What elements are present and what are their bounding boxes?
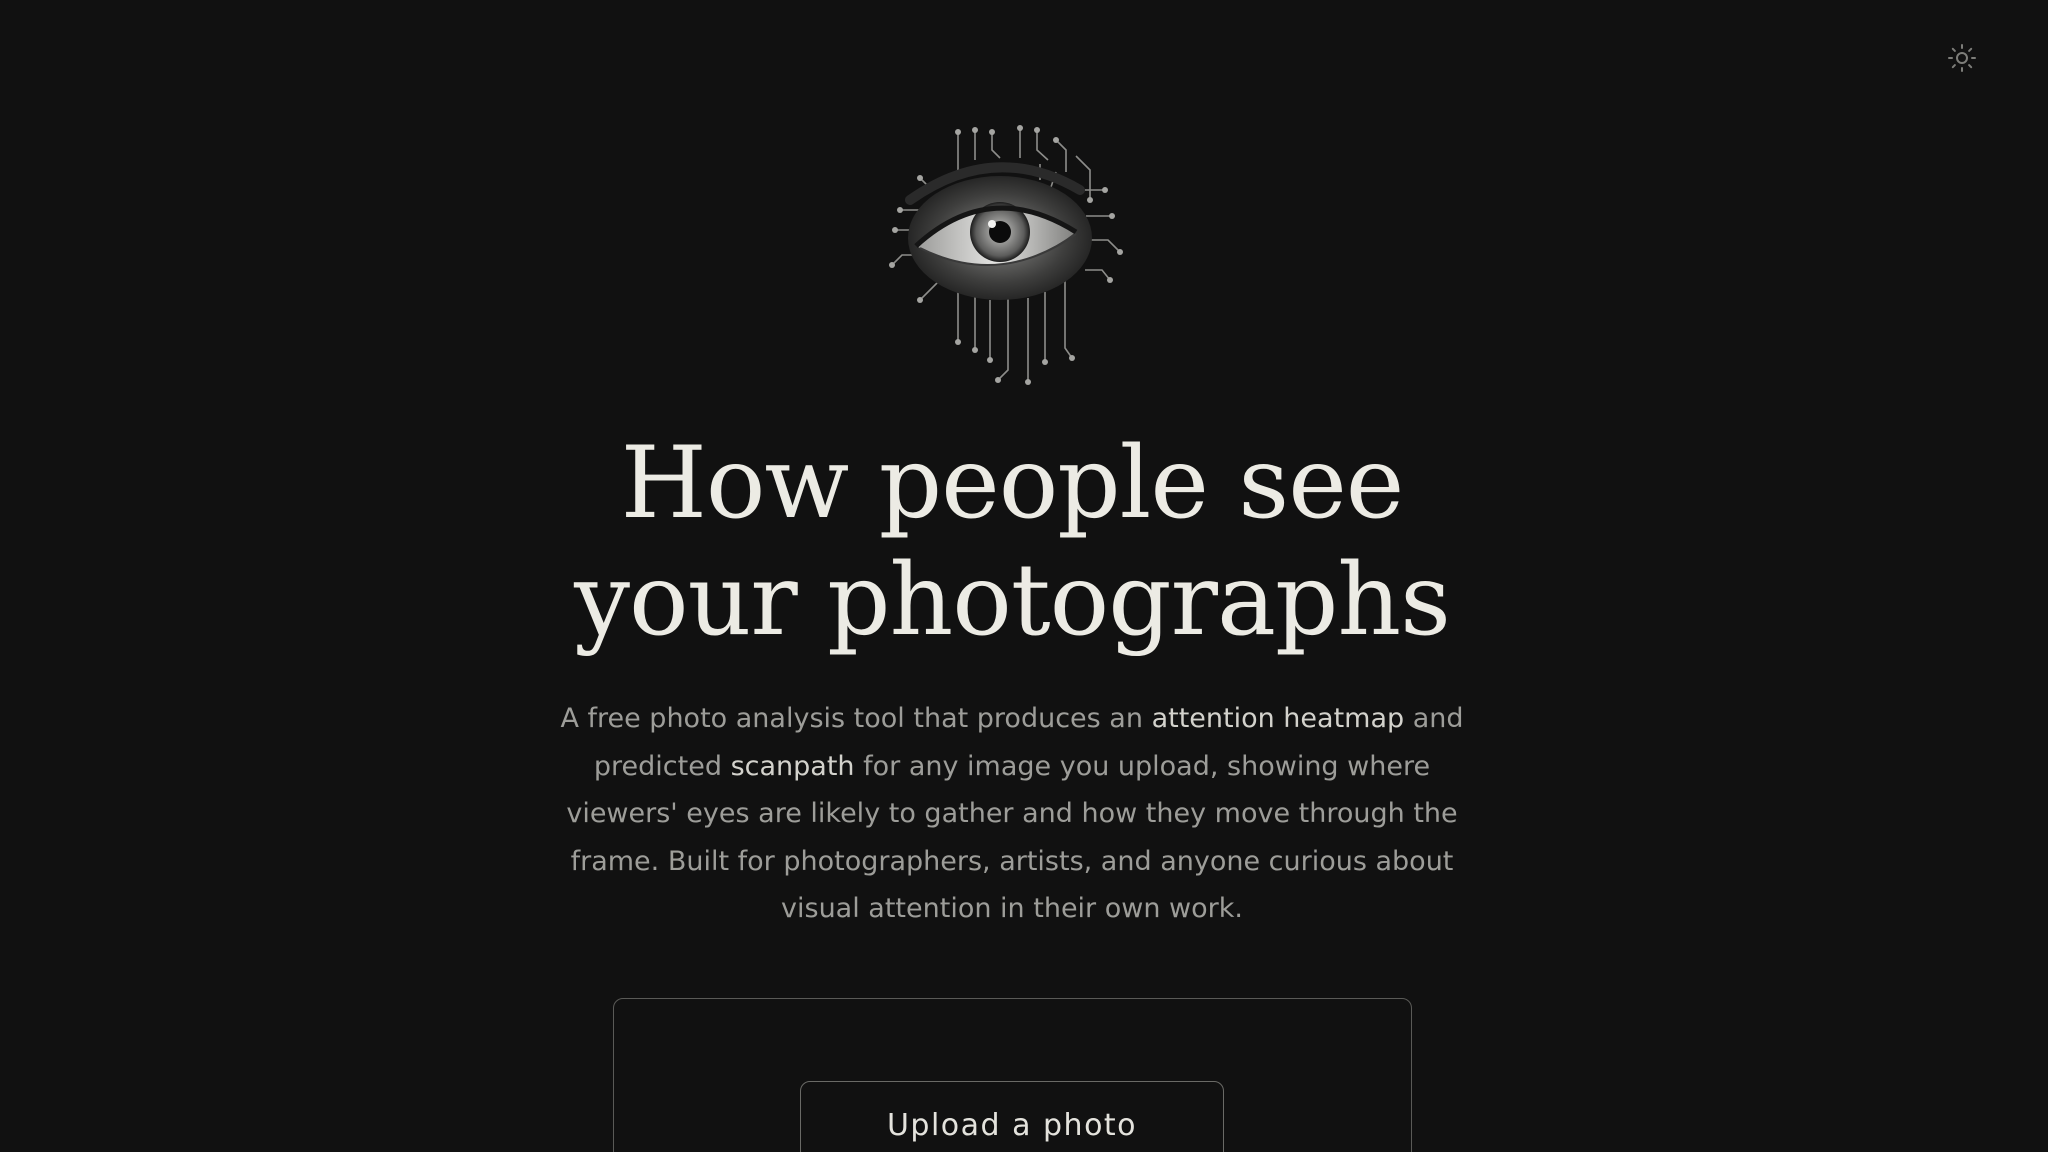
headline-line-2: your photographs [574,543,1451,658]
upload-photo-button[interactable]: Upload a photo [800,1081,1224,1152]
page-title: How people see your photographs [0,425,2024,659]
intro-paragraph: A free photo analysis tool that produces… [560,695,1464,933]
theme-toggle-button[interactable] [1946,42,1978,74]
intro-text-1: A free photo analysis tool that produces… [560,703,1152,734]
circuit-eye-illustration [880,120,1150,390]
headline-line-1: How people see [620,426,1405,541]
intro-emphasis-heatmap: attention heatmap [1151,703,1405,734]
intro-emphasis-scanpath: scanpath [730,750,855,782]
page: How people see your photographs A free p… [0,0,2048,1152]
sun-icon [1948,44,1976,72]
